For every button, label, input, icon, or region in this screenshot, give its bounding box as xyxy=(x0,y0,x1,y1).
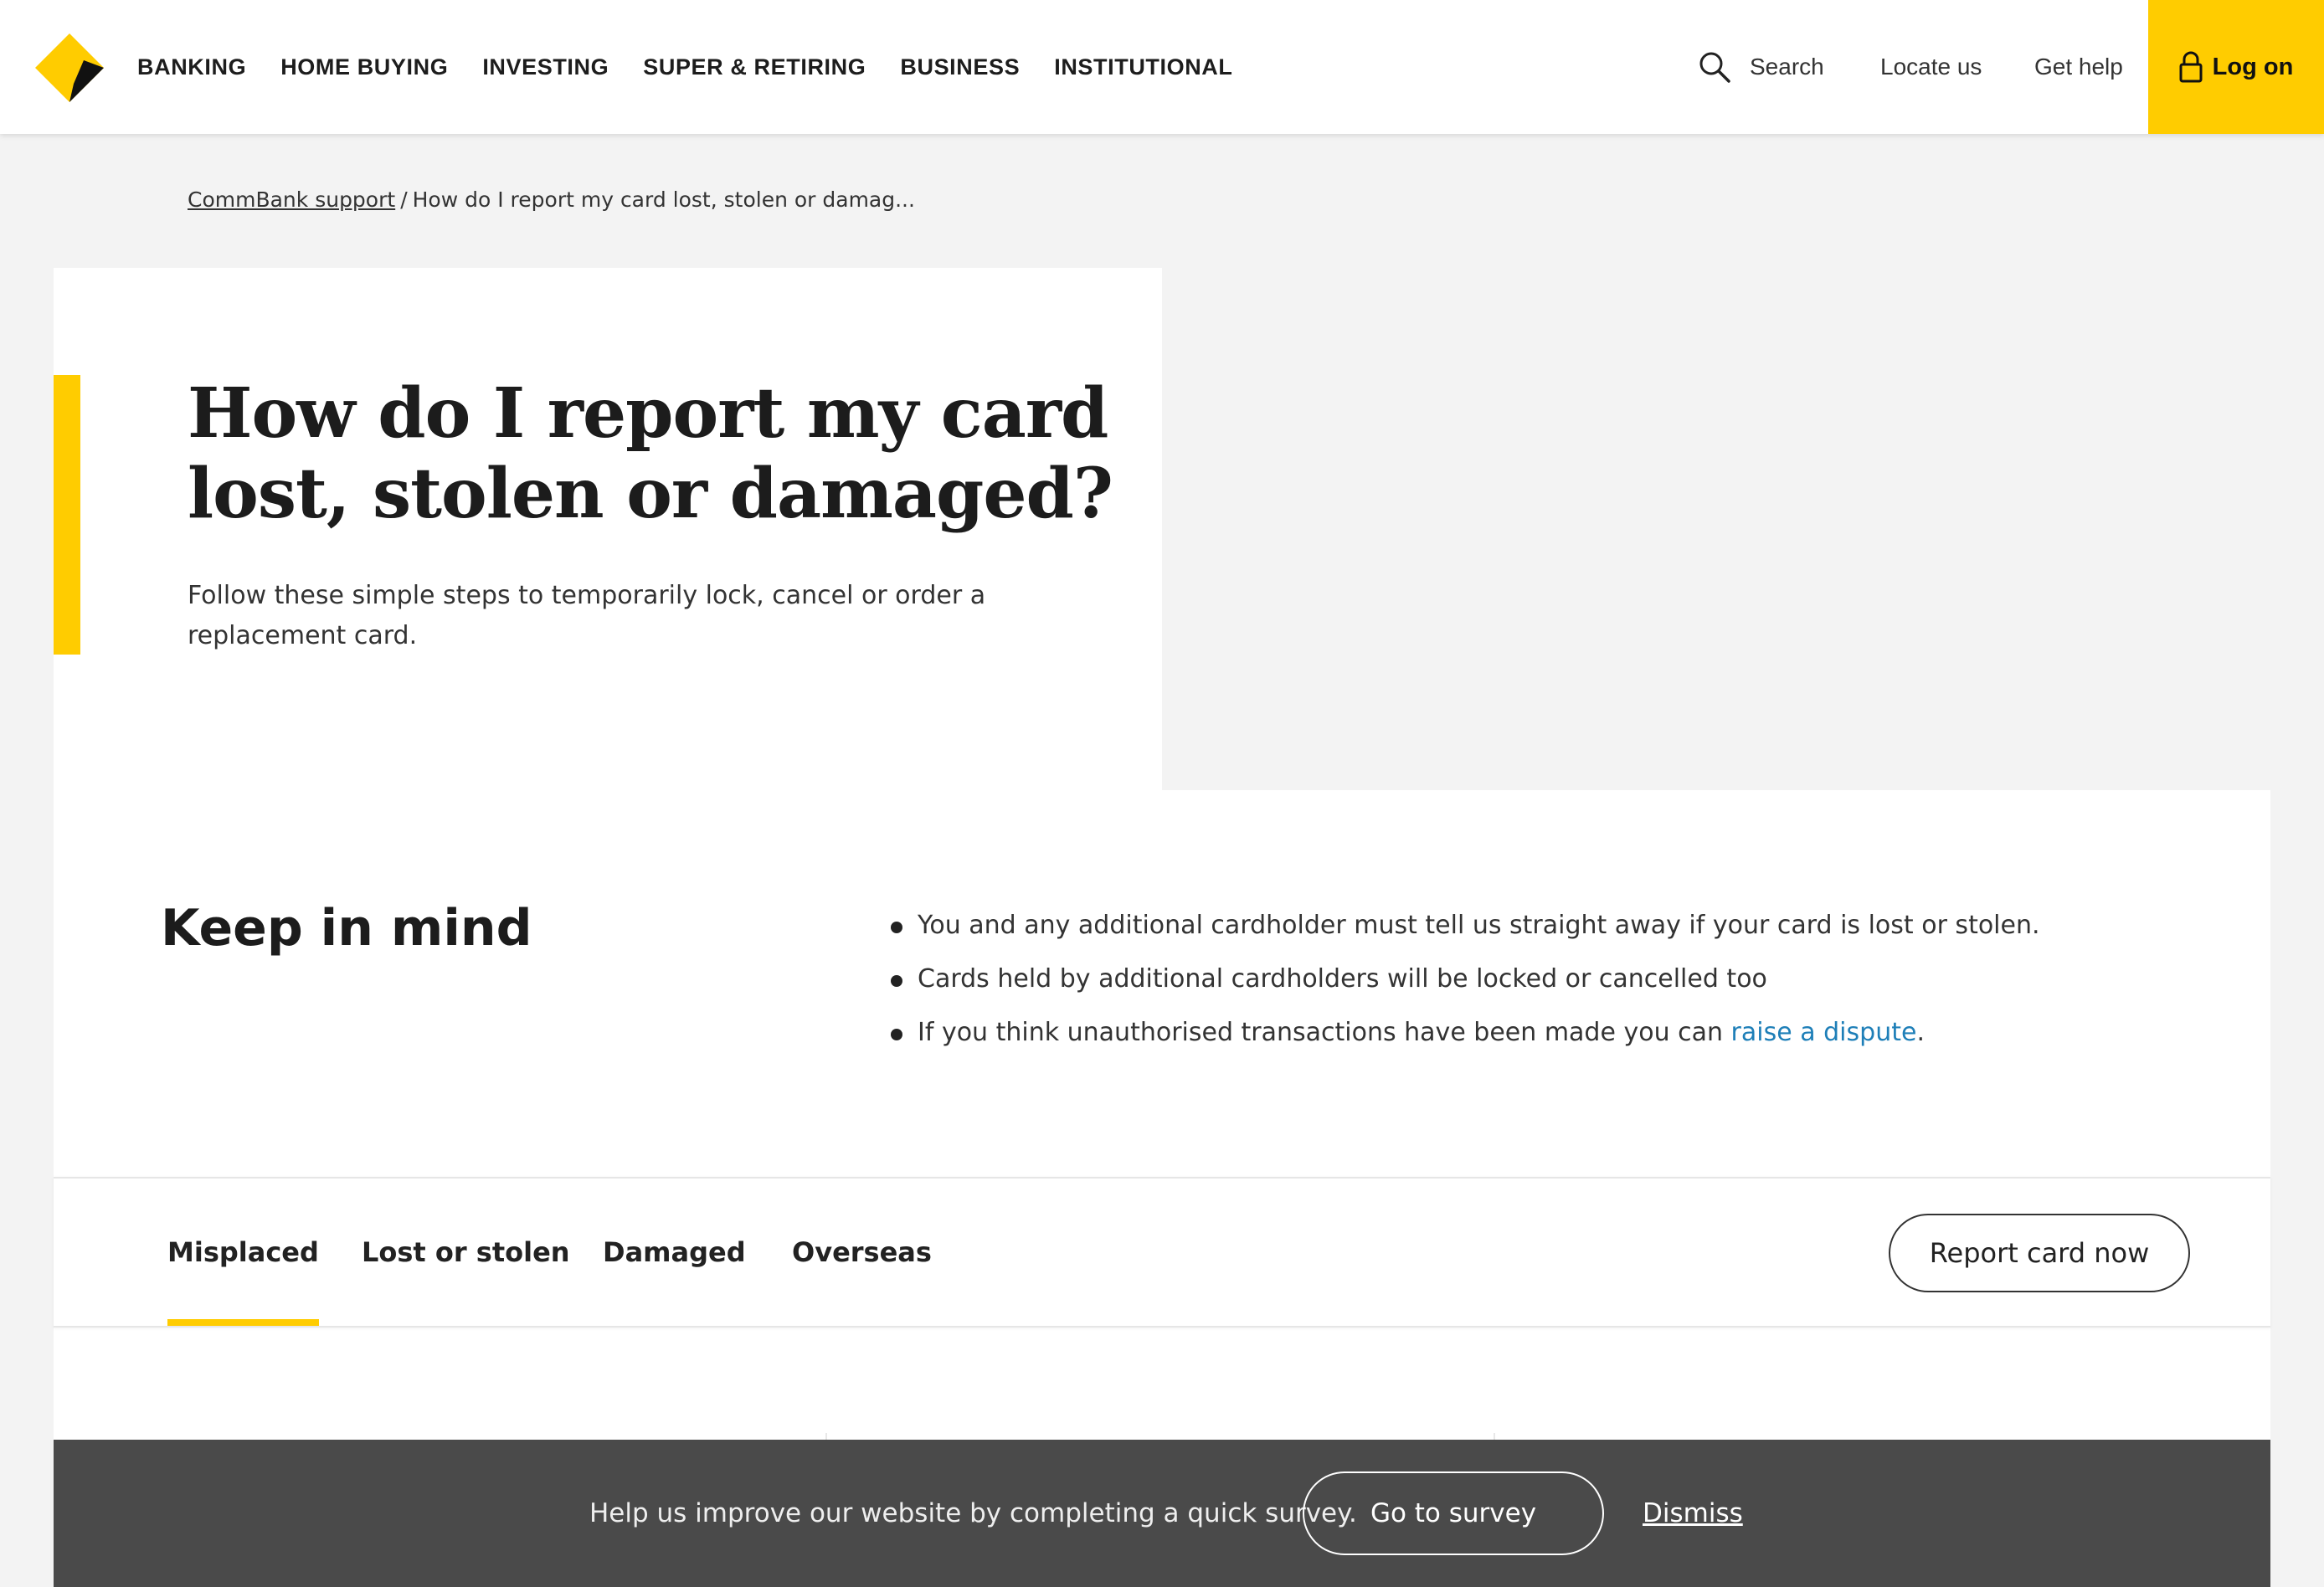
get-help-label: Get help xyxy=(2034,54,2123,80)
raise-dispute-link[interactable]: raise a dispute xyxy=(1731,1018,1917,1047)
nav-home-buying[interactable]: HOME BUYING xyxy=(280,54,448,80)
site-header: BANKING HOME BUYING INVESTING SUPER & RE… xyxy=(0,0,2324,134)
hero-accent-bar xyxy=(54,375,80,655)
breadcrumb-separator: / xyxy=(400,187,408,212)
search-icon xyxy=(1699,52,1730,83)
locate-us-link[interactable]: Locate us xyxy=(1880,0,1982,134)
tab-overseas[interactable]: Overseas xyxy=(792,1179,932,1326)
list-item: You and any additional cardholder must t… xyxy=(891,899,2230,953)
hero-card: How do I report my card lost, stolen or … xyxy=(54,268,1162,804)
keep-in-mind-list: You and any additional cardholder must t… xyxy=(891,899,2230,1060)
commbank-logo-icon[interactable] xyxy=(33,32,105,104)
tab-damaged[interactable]: Damaged xyxy=(603,1179,746,1326)
search-link[interactable]: Search xyxy=(1698,0,1824,134)
list-item: If you think unauthorised transactions h… xyxy=(891,1006,2230,1060)
breadcrumb-root-link[interactable]: CommBank support xyxy=(188,187,395,212)
log-on-label: Log on xyxy=(2212,53,2294,80)
keep-in-mind-title: Keep in mind xyxy=(161,899,532,958)
page-title: How do I report my card lost, stolen or … xyxy=(188,373,1113,534)
tab-misplaced[interactable]: Misplaced xyxy=(167,1179,319,1326)
nav-investing[interactable]: INVESTING xyxy=(482,54,609,80)
dismiss-link[interactable]: Dismiss xyxy=(1643,1440,1743,1587)
go-to-survey-button[interactable]: Go to survey xyxy=(1303,1471,1604,1555)
tab-misplaced-label: Misplaced xyxy=(167,1236,319,1268)
tab-lost-or-stolen[interactable]: Lost or stolen xyxy=(362,1179,570,1326)
survey-banner: Help us improve our website by completin… xyxy=(54,1440,2270,1587)
list-item: Cards held by additional cardholders wil… xyxy=(891,953,2230,1006)
locate-us-label: Locate us xyxy=(1880,54,1982,80)
report-card-now-button[interactable]: Report card now xyxy=(1889,1214,2190,1292)
breadcrumb-current: How do I report my card lost, stolen or … xyxy=(412,187,915,212)
keep-in-mind-section: Keep in mind You and any additional card… xyxy=(54,790,2270,1179)
breadcrumb: CommBank support / How do I report my card… xyxy=(188,187,915,212)
get-help-link[interactable]: Get help xyxy=(2034,0,2123,134)
dispute-prefix: If you think unauthorised transactions h… xyxy=(918,1018,1731,1047)
lock-icon xyxy=(2179,51,2203,83)
tab-lost-or-stolen-label: Lost or stolen xyxy=(362,1236,570,1268)
search-label: Search xyxy=(1750,54,1824,80)
page-subtitle: Follow these simple steps to temporarily… xyxy=(188,581,986,650)
nav-banking[interactable]: BANKING xyxy=(137,54,246,80)
log-on-button[interactable]: Log on xyxy=(2148,0,2324,134)
survey-text: Help us improve our website by completin… xyxy=(589,1498,1357,1528)
nav-super-retiring[interactable]: SUPER & RETIRING xyxy=(643,54,866,80)
nav-institutional[interactable]: INSTITUTIONAL xyxy=(1054,54,1232,80)
nav-business[interactable]: BUSINESS xyxy=(900,54,1020,80)
card-issue-tabs: Misplaced Lost or stolen Damaged Oversea… xyxy=(54,1177,2270,1328)
dispute-suffix: . xyxy=(1916,1018,1925,1047)
main-nav: BANKING HOME BUYING INVESTING SUPER & RE… xyxy=(137,0,1233,134)
tab-damaged-label: Damaged xyxy=(603,1236,746,1268)
tab-overseas-label: Overseas xyxy=(792,1236,932,1268)
